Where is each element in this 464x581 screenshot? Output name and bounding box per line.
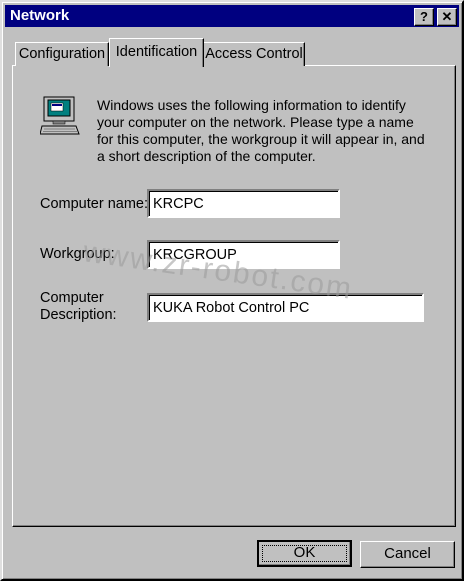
focus-ring: [262, 545, 347, 562]
help-button[interactable]: ?: [414, 8, 434, 26]
window-title: Network: [10, 7, 70, 24]
tab-identification[interactable]: Identification: [109, 38, 204, 67]
cancel-button[interactable]: Cancel: [360, 541, 455, 568]
title-bar[interactable]: Network ? ✕: [5, 5, 459, 27]
ok-button[interactable]: OK: [257, 540, 352, 567]
computer-icon: [39, 95, 80, 137]
tab-configuration[interactable]: Configuration: [15, 42, 109, 66]
identification-description: Windows uses the following information t…: [97, 97, 425, 164]
network-dialog: Network ? ✕ Configuration Identification…: [0, 0, 464, 581]
computer-description-label-line1: Computer: [40, 290, 104, 306]
computer-name-input[interactable]: [147, 189, 340, 218]
computer-description-label-line2: Description:: [40, 307, 117, 323]
close-button[interactable]: ✕: [437, 8, 457, 26]
cancel-button-label: Cancel: [384, 545, 431, 562]
tab-access-control[interactable]: Access Control: [203, 42, 305, 66]
computer-name-label: Computer name:: [40, 196, 148, 212]
